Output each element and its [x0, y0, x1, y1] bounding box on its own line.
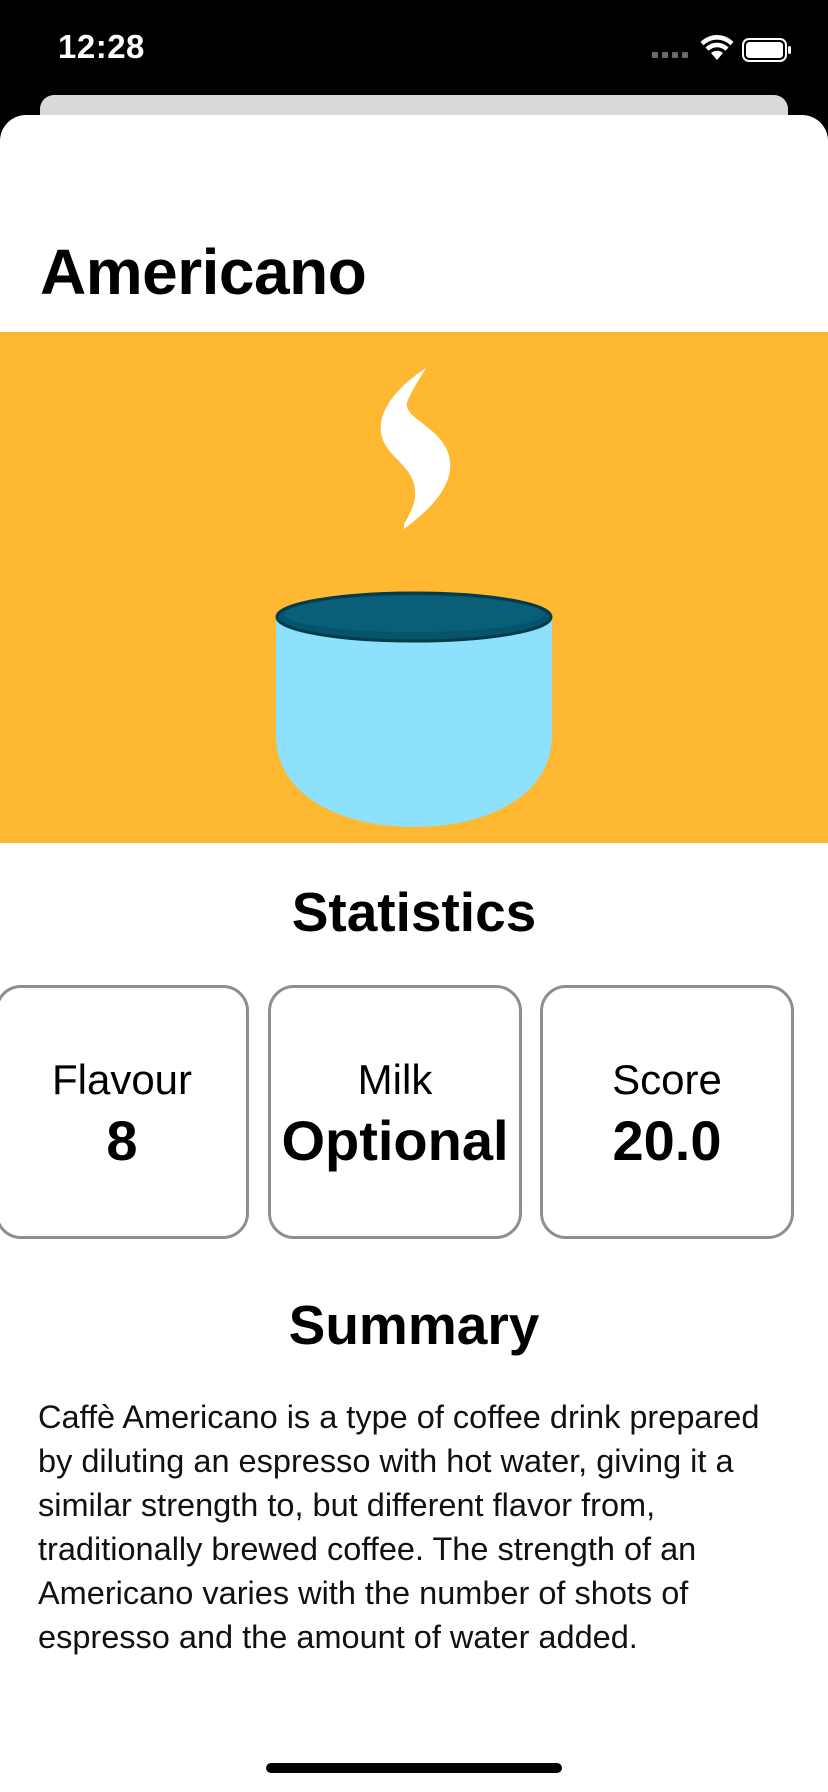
drink-title: Americano: [40, 236, 367, 308]
stat-value: 20.0: [612, 1109, 722, 1172]
stat-value: 8: [106, 1109, 138, 1172]
summary-text: Caffè Americano is a type of coffee drin…: [38, 1399, 760, 1655]
stat-card-flavour: Flavour 8: [0, 985, 249, 1239]
status-bar: 12:28: [0, 0, 828, 100]
wifi-icon: [700, 35, 734, 60]
summary-heading: Summary: [288, 1294, 540, 1356]
status-time: 12:28: [58, 28, 145, 65]
drink-detail-sheet: Americano Statistics Flavour 8 Milk Opti…: [0, 115, 828, 1792]
stat-label: Milk: [357, 1056, 433, 1103]
statistics-heading: Statistics: [291, 881, 537, 943]
home-indicator[interactable]: [266, 1763, 562, 1773]
stat-value: Optional: [281, 1109, 509, 1172]
drink-hero-banner: [0, 332, 828, 843]
battery-icon: [742, 38, 791, 62]
stat-card-milk: Milk Optional: [268, 985, 522, 1239]
cellular-signal-icon: [652, 52, 688, 58]
stat-label: Flavour: [51, 1056, 193, 1103]
stat-card-score: Score 20.0: [540, 985, 794, 1239]
coffee-cup-icon: [275, 368, 553, 827]
stat-label: Score: [612, 1056, 722, 1103]
